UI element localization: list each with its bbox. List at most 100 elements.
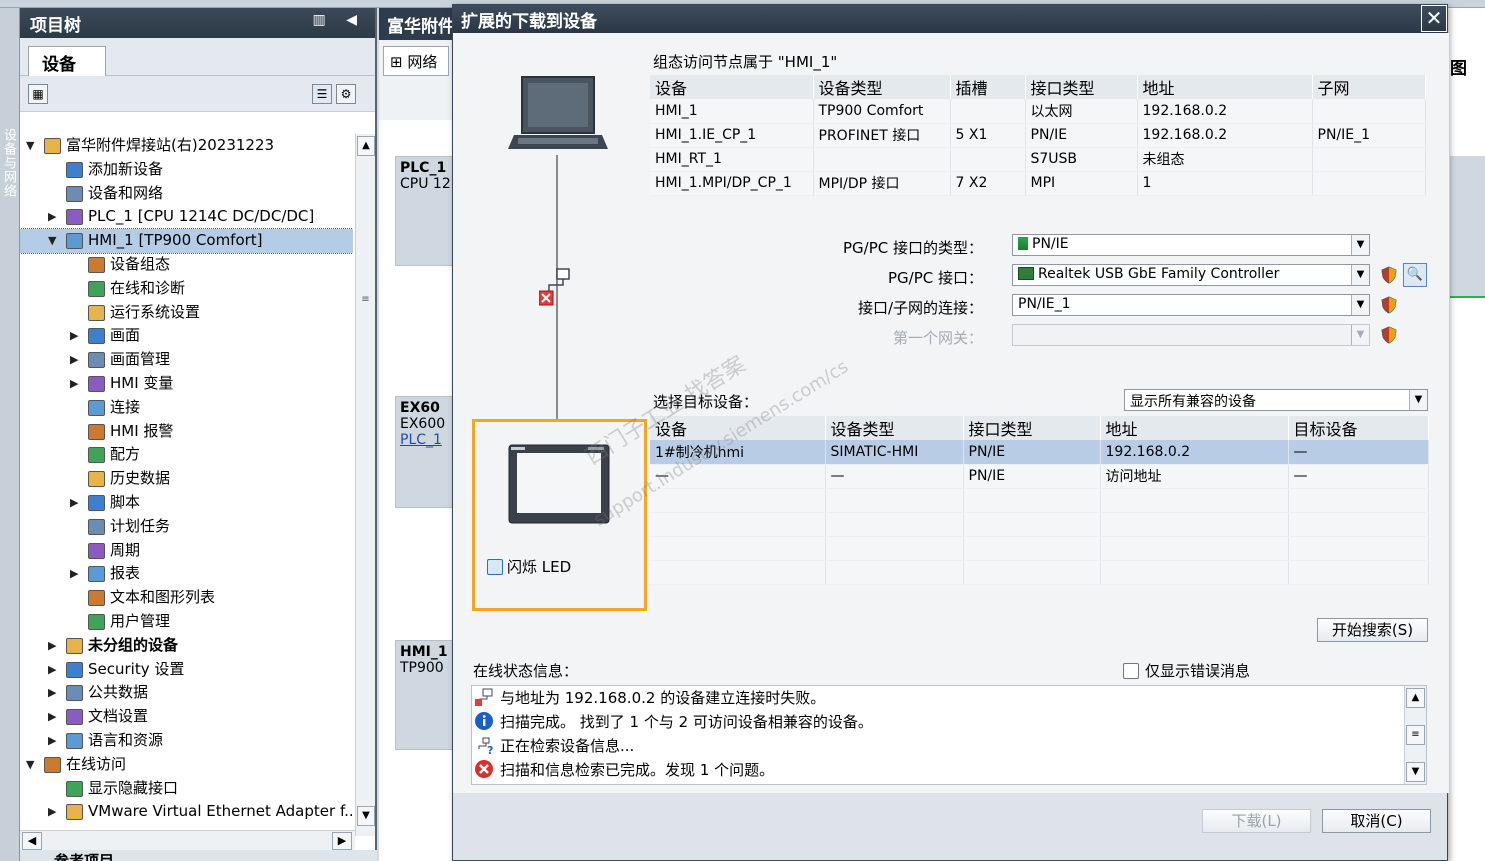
flash-led-checkbox[interactable]: 闪烁 LED xyxy=(487,556,571,577)
tree-item[interactable]: ▼ 富华附件焊接站(右)20231223 xyxy=(20,134,353,158)
tree-vertical-scrollbar[interactable]: ▲ ≡ ▼ xyxy=(355,134,375,836)
tree-item[interactable]: 用户管理 xyxy=(20,610,353,634)
column-header[interactable]: 地址 xyxy=(1137,75,1313,99)
tree-item[interactable]: ▼ HMI_1 [TP900 Comfort] xyxy=(20,228,353,254)
scroll-right-icon[interactable]: ▶ xyxy=(332,832,352,850)
column-header[interactable]: 目标设备 xyxy=(1288,416,1429,440)
list-view-icon[interactable]: ☰ xyxy=(312,84,332,104)
tree-item[interactable]: ▼ 在线访问 xyxy=(20,753,353,777)
tree-item[interactable]: HMI 报警 xyxy=(20,420,353,444)
tree-item[interactable]: ▶ 画面管理 xyxy=(20,348,353,372)
checkbox-icon[interactable] xyxy=(1123,663,1139,679)
tree-item[interactable]: ▶ Security 设置 xyxy=(20,658,353,682)
tree-item[interactable]: 连接 xyxy=(20,396,353,420)
table-row[interactable]: — — PN/IE 访问地址 — xyxy=(650,464,1429,489)
tree-item[interactable]: 周期 xyxy=(20,539,353,563)
expand-down-icon[interactable]: ▼ xyxy=(26,753,38,777)
download-button[interactable]: 下载(L) xyxy=(1202,809,1311,833)
expand-right-icon[interactable]: ▶ xyxy=(48,205,60,229)
device-box-hmi[interactable]: HMI_1 TP900 xyxy=(395,640,455,750)
tree-settings-icon[interactable]: ⚙ xyxy=(336,84,356,104)
table-row[interactable]: HMI_1.MPI/DP_CP_1 MPI/DP 接口 7 X2 MPI 1 xyxy=(650,171,1426,196)
scroll-grip-icon[interactable]: ≡ xyxy=(361,294,370,305)
column-header[interactable]: 设备类型 xyxy=(825,416,964,440)
scroll-left-icon[interactable]: ◀ xyxy=(22,832,42,850)
tree-item[interactable]: 文本和图形列表 xyxy=(20,586,353,610)
tree-item[interactable]: 计划任务 xyxy=(20,515,353,539)
expand-right-icon[interactable]: ▶ xyxy=(70,372,82,396)
reference-projects-header[interactable]: 参考项目 xyxy=(20,850,377,861)
scroll-up-icon[interactable]: ▲ xyxy=(1406,688,1425,708)
tree-horizontal-scrollbar[interactable]: ◀ ▶ xyxy=(20,830,355,850)
column-header[interactable]: 插槽 xyxy=(950,75,1026,99)
expand-right-icon[interactable]: ▶ xyxy=(48,658,60,682)
table-row[interactable] xyxy=(650,488,1429,513)
device-link[interactable]: PLC_1 xyxy=(400,432,450,448)
scroll-grip-icon[interactable]: ≡ xyxy=(1406,725,1425,745)
tab-devices[interactable]: 设备 xyxy=(28,46,106,76)
first-gateway-select[interactable]: ▼ xyxy=(1012,324,1370,346)
messages-scrollbar[interactable]: ▲ ≡ ▼ xyxy=(1404,686,1426,784)
shield-icon[interactable] xyxy=(1380,296,1398,314)
column-header[interactable]: 接口类型 xyxy=(963,416,1101,440)
tree-item[interactable]: ▶ 公共数据 xyxy=(20,681,353,705)
pgpc-interface-select[interactable]: Realtek USB GbE Family Controller ▼ xyxy=(1012,264,1370,286)
side-rail[interactable]: 设备与网络 xyxy=(0,8,20,861)
tree-item[interactable]: 运行系统设置 xyxy=(20,301,353,325)
device-box-ex600[interactable]: EX60 EX600 PLC_1 xyxy=(395,396,455,508)
start-search-button[interactable]: 开始搜索(S) xyxy=(1317,618,1428,642)
column-header[interactable]: 设备类型 xyxy=(813,75,951,99)
expand-right-icon[interactable]: ▶ xyxy=(48,705,60,729)
expand-right-icon[interactable]: ▶ xyxy=(70,562,82,586)
expand-right-icon[interactable]: ▶ xyxy=(48,729,60,753)
expand-right-icon[interactable]: ▶ xyxy=(48,681,60,705)
tree-item[interactable]: ▶ 脚本 xyxy=(20,491,353,515)
cancel-button[interactable]: 取消(C) xyxy=(1322,809,1431,833)
table-row[interactable]: HMI_RT_1 S7USB 未组态 xyxy=(650,147,1426,172)
device-box-plc[interactable]: PLC_1 CPU 121 xyxy=(395,156,455,266)
table-row[interactable] xyxy=(650,536,1429,561)
tree-item[interactable]: ▶ 画面 xyxy=(20,324,353,348)
expand-right-icon[interactable]: ▶ xyxy=(70,324,82,348)
table-row[interactable]: 1#制冷机hmi SIMATIC-HMI PN/IE 192.168.0.2— xyxy=(650,440,1429,465)
network-view-button[interactable]: ⊞ 网络 xyxy=(383,46,449,76)
expand-right-icon[interactable]: ▶ xyxy=(70,491,82,515)
shield-icon[interactable] xyxy=(1380,326,1398,344)
tree-item[interactable]: ▶ 语言和资源 xyxy=(20,729,353,753)
tree-item[interactable]: ▶ 文档设置 xyxy=(20,705,353,729)
tree-item[interactable]: 添加新设备 xyxy=(20,158,353,182)
tree-item[interactable]: ▶ VMware Virtual Ethernet Adapter f... xyxy=(20,800,353,824)
column-header[interactable]: 地址 xyxy=(1100,416,1289,440)
table-view-icon[interactable]: ▦ xyxy=(28,84,48,104)
expand-down-icon[interactable]: ▼ xyxy=(48,229,60,253)
column-header[interactable]: 子网 xyxy=(1312,75,1426,99)
expand-right-icon[interactable]: ▶ xyxy=(70,348,82,372)
device-block[interactable] xyxy=(1450,156,1485,296)
chevron-down-icon[interactable]: ▼ xyxy=(1351,325,1369,345)
chevron-down-icon[interactable]: ▼ xyxy=(1409,390,1427,410)
tree-item[interactable]: ▶ HMI 变量 xyxy=(20,372,353,396)
pgpc-type-select[interactable]: PN/IE ▼ xyxy=(1012,234,1370,256)
tree-item[interactable]: 设备和网络 xyxy=(20,182,353,206)
shield-icon[interactable] xyxy=(1380,266,1398,284)
chevron-down-icon[interactable]: ▼ xyxy=(1351,295,1369,315)
tree-item[interactable]: ▶ 未分组的设备 xyxy=(20,634,353,658)
subnet-connection-select[interactable]: PN/IE_1 ▼ xyxy=(1012,294,1370,316)
scroll-down-icon[interactable]: ▼ xyxy=(1406,762,1425,782)
tree-item[interactable]: ▶ PLC_1 [CPU 1214C DC/DC/DC] xyxy=(20,205,353,229)
tree-item[interactable]: 显示隐藏接口 xyxy=(20,777,353,801)
column-header[interactable]: 设备 xyxy=(650,75,814,99)
table-row[interactable] xyxy=(650,512,1429,537)
expand-right-icon[interactable]: ▶ xyxy=(48,800,60,824)
column-header[interactable]: 设备 xyxy=(650,416,826,440)
close-icon[interactable]: ✕ xyxy=(1421,5,1447,32)
scroll-down-icon[interactable]: ▼ xyxy=(357,806,375,826)
target-filter-select[interactable]: 显示所有兼容的设备 ▼ xyxy=(1124,389,1428,411)
table-row[interactable]: HMI_1.IE_CP_1 PROFINET 接口 5 X1 PN/IE 192.168… xyxy=(650,123,1426,148)
properties-search-icon[interactable]: 🔍 xyxy=(1403,263,1427,287)
table-row[interactable] xyxy=(650,560,1429,585)
checkbox-icon[interactable] xyxy=(487,559,503,575)
table-row[interactable]: HMI_1 TP900 Comfort 以太网 192.168.0.2 xyxy=(650,99,1426,124)
tree-item[interactable]: 在线和诊断 xyxy=(20,277,353,301)
column-header[interactable]: 接口类型 xyxy=(1025,75,1138,99)
